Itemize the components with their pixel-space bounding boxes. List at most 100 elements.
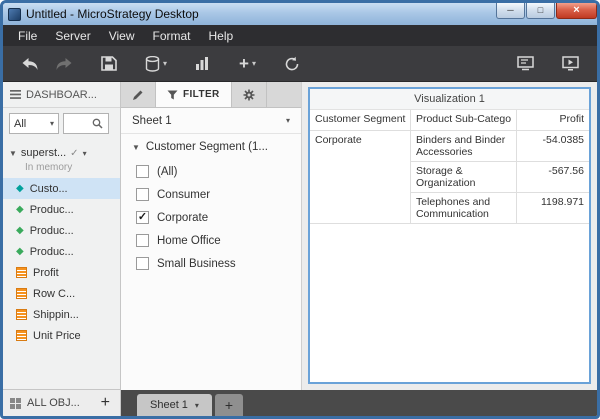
field-item-product[interactable]: ◆ Produc... [3, 199, 120, 220]
window-controls: ─ □ × [495, 3, 597, 19]
checkbox[interactable] [136, 165, 149, 178]
field-label: Custo... [29, 182, 68, 195]
menu-server[interactable]: Server [46, 27, 99, 45]
tab-settings[interactable] [232, 82, 267, 107]
filter-option-consumer[interactable]: Consumer [121, 183, 301, 206]
column-header-customer-segment[interactable]: Customer Segment [310, 110, 411, 131]
filter-panel: FILTER Sheet 1 ▾ ▼ Customer Segment (1..… [121, 82, 302, 390]
menu-file[interactable]: File [9, 27, 46, 45]
field-label: Profit [33, 266, 59, 279]
forward-button[interactable] [49, 52, 79, 76]
filter-option-corporate[interactable]: Corporate [121, 206, 301, 229]
field-label: Produc... [29, 224, 74, 237]
field-label: Unit Price [33, 329, 81, 342]
column-header-product-subcategory[interactable]: Product Sub-Catego [409, 110, 517, 131]
filter-option-all[interactable]: (All) [121, 160, 301, 183]
column-header-profit[interactable]: Profit [515, 110, 589, 131]
add-dataset-button[interactable]: ▾ [139, 51, 173, 77]
grid-header-row: Customer Segment Product Sub-Catego Prof… [310, 110, 589, 131]
object-filter-value: All [14, 117, 27, 130]
checkbox[interactable] [136, 188, 149, 201]
field-item-shipping[interactable]: Shippin... [3, 304, 120, 325]
checkbox[interactable] [136, 257, 149, 270]
checkbox[interactable] [136, 234, 149, 247]
dataset-label: superst... [20, 147, 67, 159]
toolbar: ▾ + ▾ [3, 46, 597, 82]
insert-visualization-button[interactable] [189, 51, 217, 76]
attribute-icon: ◆ [16, 224, 24, 236]
search-input[interactable] [63, 113, 109, 134]
title-bar: Untitled - MicroStrategy Desktop ─ □ × [3, 3, 597, 25]
panel-tab-strip: FILTER [121, 82, 301, 108]
back-button[interactable] [15, 52, 45, 76]
tab-edit[interactable] [121, 82, 156, 107]
gear-icon [243, 89, 255, 100]
field-item-customer-segment[interactable]: ◆ Custo... [3, 178, 120, 199]
close-button[interactable]: × [556, 3, 597, 19]
field-item-profit[interactable]: Profit [3, 262, 120, 283]
caret-down-icon: ▾ [49, 119, 54, 128]
menu-format[interactable]: Format [143, 27, 199, 45]
filter-group-label: Customer Segment (1... [145, 141, 268, 153]
caret-down-icon: ▾ [163, 59, 168, 68]
filter-option-home-office[interactable]: Home Office [121, 229, 301, 252]
visualization-title: Visualization 1 [310, 89, 589, 110]
attribute-icon: ◆ [16, 245, 24, 257]
checkbox[interactable] [136, 211, 149, 224]
caret-down-icon[interactable]: ▾ [83, 149, 87, 158]
tab-filter[interactable]: FILTER [156, 82, 232, 107]
slideshow-icon [517, 56, 534, 71]
filter-sheet-label: Sheet 1 [132, 114, 172, 127]
check-icon: ✓ [70, 147, 79, 159]
refresh-icon [285, 56, 299, 70]
caret-down-icon[interactable]: ▾ [195, 401, 199, 410]
dataset-node[interactable]: ▼ superst... ✓ ▾ [3, 140, 120, 161]
field-item-unit-price[interactable]: Unit Price [3, 325, 120, 346]
metric-icon [16, 267, 27, 278]
cell-category: Telephones and Communication [410, 192, 517, 224]
pencil-icon [133, 90, 143, 100]
option-label: Corporate [157, 211, 209, 224]
filter-group-customer-segment[interactable]: ▼ Customer Segment (1... [121, 134, 301, 160]
visualization-container[interactable]: Visualization 1 Customer Segment Product… [308, 87, 591, 384]
filter-sheet-selector[interactable]: Sheet 1 ▾ [121, 108, 301, 134]
option-label: Home Office [157, 234, 221, 247]
all-objects-bar[interactable]: ALL OBJ... + [3, 389, 120, 416]
monitor-play-icon [562, 56, 579, 71]
filter-option-small-business[interactable]: Small Business [121, 252, 301, 275]
expand-collapse-icon[interactable]: ▼ [132, 143, 140, 152]
cell-category: Binders and Binder Accessories [409, 130, 517, 162]
attribute-icon: ◆ [16, 182, 24, 194]
metric-icon [16, 288, 27, 299]
app-icon [8, 7, 21, 21]
expand-collapse-icon[interactable]: ▼ [9, 149, 17, 158]
funnel-icon [167, 90, 178, 99]
cell-category: Storage & Organization [410, 161, 517, 193]
add-object-button[interactable]: + [98, 394, 113, 412]
window-title: Untitled - MicroStrategy Desktop [26, 7, 199, 21]
field-item-product[interactable]: ◆ Produc... [3, 220, 120, 241]
add-sheet-button[interactable]: + [214, 394, 243, 416]
refresh-button[interactable] [278, 51, 306, 77]
menu-help[interactable]: Help [200, 27, 243, 45]
maximize-button[interactable]: □ [526, 3, 555, 19]
caret-down-icon: ▾ [251, 59, 256, 68]
sidebar-search-row: All ▾ [3, 108, 120, 140]
grid-row: Corporate Binders and Binder Accessories… [310, 130, 589, 224]
insert-button[interactable]: + ▾ [233, 52, 262, 76]
filter-option-list: (All) Consumer Corporate Home Offic [121, 160, 301, 275]
cell-profit: 1198.971 [515, 192, 589, 224]
main-area: DASHBOAR... All ▾ ▼ superst... ✓ ▾ In me… [3, 82, 597, 416]
presentation-button[interactable] [556, 51, 585, 76]
sidebar-header[interactable]: DASHBOAR... [3, 82, 120, 108]
sheet-tab-sheet1[interactable]: Sheet 1 ▾ [137, 394, 212, 416]
bar-chart-icon [196, 57, 209, 70]
minimize-button[interactable]: ─ [496, 3, 525, 19]
menu-view[interactable]: View [100, 27, 144, 45]
field-item-product[interactable]: ◆ Produc... [3, 241, 120, 262]
object-filter-dropdown[interactable]: All ▾ [9, 113, 59, 134]
field-item-row-count[interactable]: Row C... [3, 283, 120, 304]
datasets-sidebar: DASHBOAR... All ▾ ▼ superst... ✓ ▾ In me… [3, 82, 121, 416]
save-button[interactable] [95, 51, 123, 76]
slideshow-button[interactable] [511, 51, 540, 76]
